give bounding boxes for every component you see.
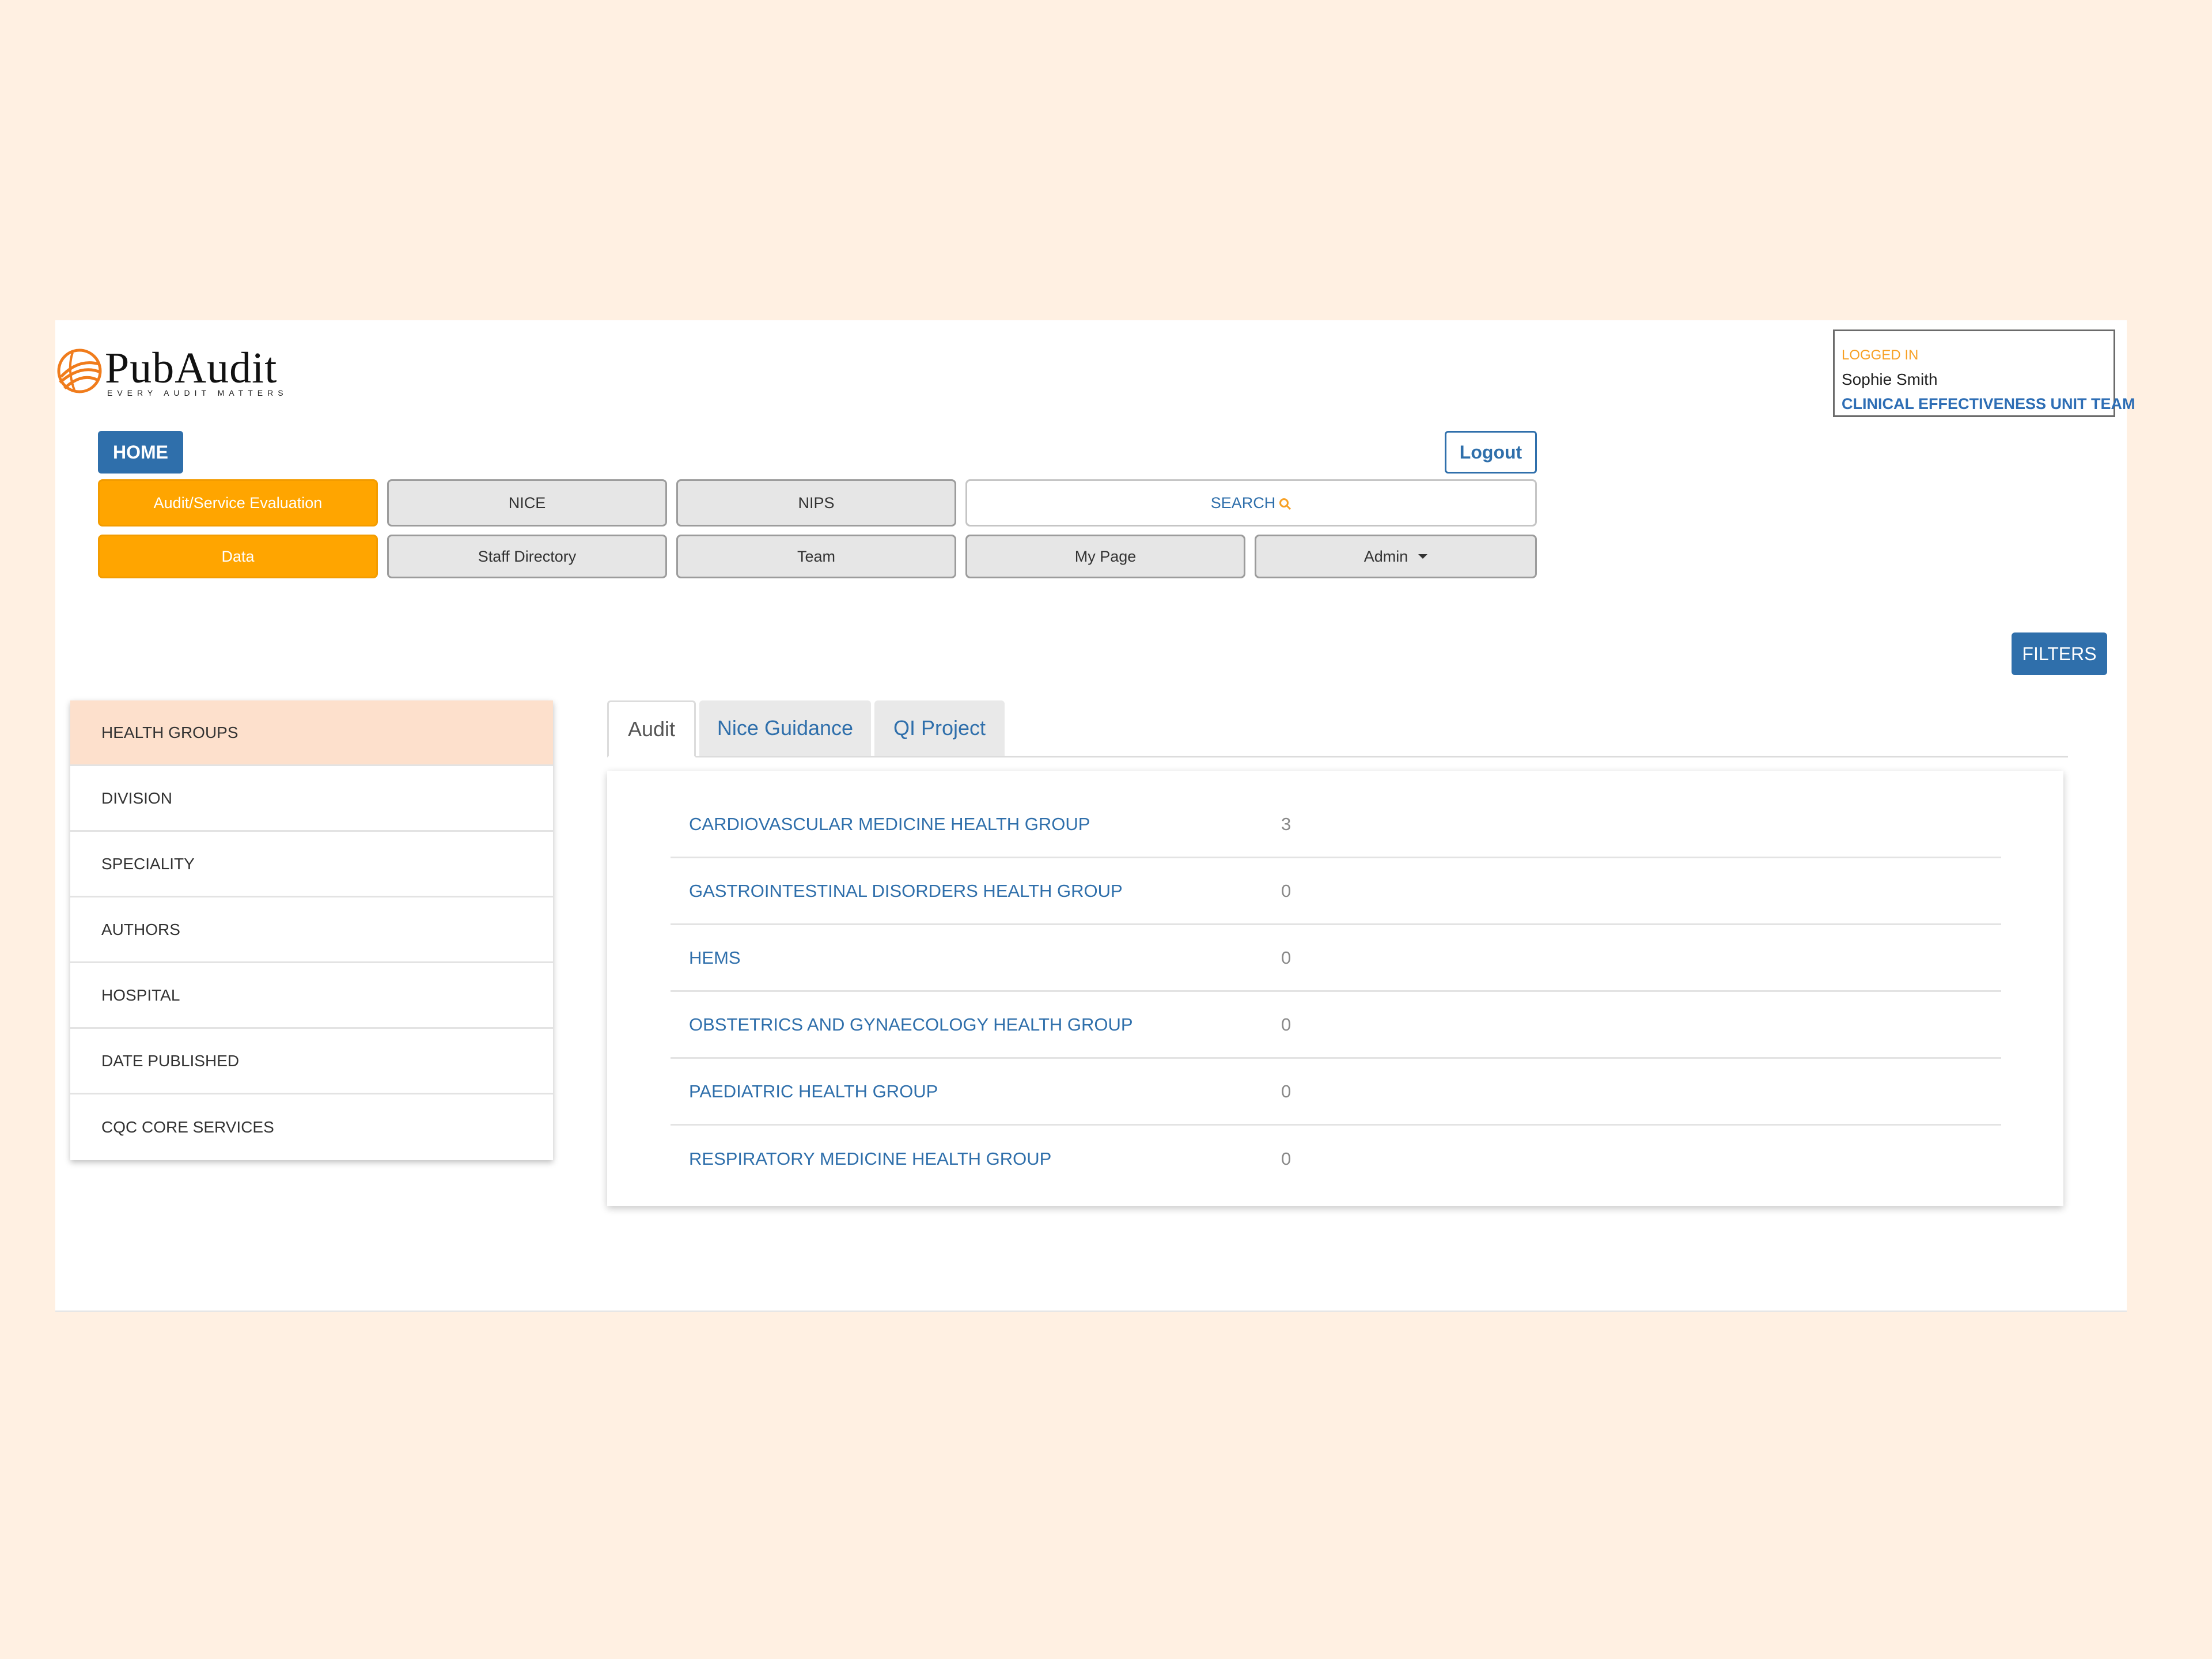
tab-audit[interactable]: Audit [607,700,696,757]
nav-nice[interactable]: NICE [387,479,667,527]
nav-admin-label: Admin [1363,547,1408,565]
sidebar-item-date-published[interactable]: DATE PUBLISHED [70,1029,553,1094]
nav-staff-directory[interactable]: Staff Directory [387,535,667,578]
health-group-count: 3 [1281,813,1291,834]
content-tabs: Audit Nice Guidance QI Project [607,700,2068,757]
login-team-link[interactable]: CLINICAL EFFECTIVENESS UNIT TEAM [1842,392,2135,415]
health-group-count: 0 [1281,947,1291,968]
table-row: CARDIOVASCULAR MEDICINE HEALTH GROUP 3 [671,791,2001,858]
globe-logo-icon [57,349,102,393]
sidebar-item-speciality[interactable]: SPECIALITY [70,832,553,897]
health-group-link[interactable]: CARDIOVASCULAR MEDICINE HEALTH GROUP [689,814,1090,835]
table-row: GASTROINTESTINAL DISORDERS HEALTH GROUP … [671,858,2001,925]
table-row: RESPIRATORY MEDICINE HEALTH GROUP 0 [671,1126,2001,1192]
sidebar-item-authors[interactable]: AUTHORS [70,897,553,963]
logo-text: PubAudit [105,344,278,392]
logout-button[interactable]: Logout [1445,431,1537,474]
login-info-box: LOGGED IN Sophie Smith CLINICAL EFFECTIV… [1833,329,2135,417]
nav-admin-dropdown[interactable]: Admin [1255,535,1537,578]
results-card: CARDIOVASCULAR MEDICINE HEALTH GROUP 3 G… [607,771,2063,1206]
login-status-label: LOGGED IN [1842,347,1919,363]
health-group-count: 0 [1281,1149,1291,1169]
health-group-list: CARDIOVASCULAR MEDICINE HEALTH GROUP 3 G… [671,791,2001,1192]
health-group-count: 0 [1281,880,1291,901]
sidebar-item-cqc-core-services[interactable]: CQC CORE SERVICES [70,1094,553,1160]
table-row: HEMS 0 [671,925,2001,992]
filter-sidebar: HEALTH GROUPS DIVISION SPECIALITY AUTHOR… [70,700,553,1160]
sidebar-item-division[interactable]: DIVISION [70,766,553,832]
health-group-count: 0 [1281,1014,1291,1035]
nav-team[interactable]: Team [676,535,956,578]
tab-qi-project[interactable]: QI Project [874,700,1005,756]
filters-button[interactable]: FILTERS [2012,632,2107,675]
home-button[interactable]: HOME [98,431,183,474]
health-group-link[interactable]: RESPIRATORY MEDICINE HEALTH GROUP [689,1149,1051,1169]
health-group-link[interactable]: OBSTETRICS AND GYNAECOLOGY HEALTH GROUP [689,1014,1133,1035]
logo-tagline: EVERY AUDIT MATTERS [107,388,288,397]
sidebar-item-health-groups[interactable]: HEALTH GROUPS [70,700,553,766]
page-container: PubAudit EVERY AUDIT MATTERS LOGGED IN S… [55,320,2135,1312]
health-group-link[interactable]: GASTROINTESTINAL DISORDERS HEALTH GROUP [689,881,1123,902]
page-divider [55,1310,2127,1312]
nav-my-page[interactable]: My Page [965,535,1245,578]
caret-down-icon [1418,554,1428,559]
tab-nice-guidance[interactable]: Nice Guidance [699,700,871,756]
table-row: OBSTETRICS AND GYNAECOLOGY HEALTH GROUP … [671,992,2001,1059]
sidebar-item-hospital[interactable]: HOSPITAL [70,963,553,1029]
login-user-name: Sophie Smith [1842,370,1938,388]
search-icon [1279,497,1291,510]
health-group-count: 0 [1281,1081,1291,1101]
health-group-link[interactable]: HEMS [689,948,741,968]
nav-data[interactable]: Data [98,535,378,578]
pubaudit-logo[interactable]: PubAudit EVERY AUDIT MATTERS [55,343,297,401]
nav-audit-service-evaluation[interactable]: Audit/Service Evaluation [98,479,378,527]
nav-nips[interactable]: NIPS [676,479,956,527]
nav-search-button[interactable]: SEARCH [965,479,1537,527]
health-group-link[interactable]: PAEDIATRIC HEALTH GROUP [689,1081,938,1102]
table-row: PAEDIATRIC HEALTH GROUP 0 [671,1059,2001,1126]
nav-search-label: SEARCH [1210,494,1276,512]
